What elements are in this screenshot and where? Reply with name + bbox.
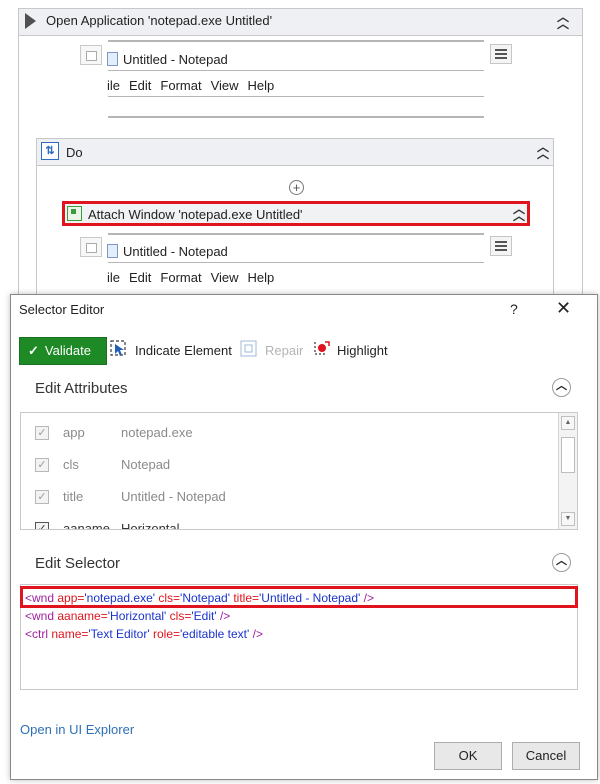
selector-line-3: <ctrl name='Text Editor' role='editable … [25,627,263,641]
highlight-button[interactable]: Highlight [337,343,388,358]
preview-bottom-border [108,116,484,118]
dialog-title: Selector Editor [19,302,105,317]
ok-button[interactable]: OK [434,742,502,770]
highlight-icon[interactable] [313,340,331,358]
preview-top-border [108,233,484,235]
preview-menu-file: ile [107,270,121,285]
attribute-name: cls [63,457,79,472]
do-sequence-header[interactable] [36,138,554,166]
attribute-value: Untitled - Notepad [121,489,226,504]
preview-menu-format: Format [160,78,202,93]
selector-tag: <ctrl [25,627,52,641]
attach-window-title: Attach Window 'notepad.exe Untitled' [88,207,303,222]
scroll-down-arrow-icon[interactable]: ▼ [561,512,575,526]
attach-window-icon [67,206,82,221]
preview-menu-bar: ile Edit Format View Help [107,78,274,93]
notepad-app-icon [107,52,118,66]
preview-menu-help: Help [247,78,275,93]
activity-menu-icon[interactable] [490,236,512,256]
screenshot-preview-icon [80,237,102,257]
help-button[interactable]: ? [510,301,518,317]
selector-line-2: <wnd aaname='Horizontal' cls='Edit' /> [25,609,230,623]
attribute-value: Horizontal [121,521,180,530]
collapse-double-chevron-icon[interactable]: ︿ ︿ [512,203,526,222]
attribute-row: ✓ cls Notepad [35,455,535,477]
attribute-checkbox[interactable]: ✓ [35,522,49,529]
preview-top-border [108,40,484,42]
edit-attributes-heading: Edit Attributes [35,380,128,397]
selector-tag: /> [249,627,263,641]
validate-label: Validate [44,343,91,358]
attribute-checkbox[interactable]: ✓ [35,458,49,472]
attribute-row: ✓ app notepad.exe [35,423,535,445]
notepad-app-icon [107,244,118,258]
preview-title-divider [108,262,484,263]
attribute-value: Notepad [121,457,171,472]
attribute-row: ✓ title Untitled - Notepad [35,487,535,509]
collapse-double-chevron-icon[interactable]: ︿ ︿ [536,141,550,160]
selector-editor-dialog [10,294,598,780]
do-sequence-title: Do [66,145,83,160]
attribute-row: ✓ aaname Horizontal [35,519,535,530]
preview-menu-view: View [210,270,239,285]
selector-attr: cls= [166,609,192,623]
attribute-name: app [63,425,85,440]
preview-menu-bar: ile Edit Format View Help [107,270,274,285]
attribute-name: aaname [63,521,110,530]
sequence-icon: ⇅ [41,142,59,160]
repair-button: Repair [265,343,304,358]
selector-attr: name= [51,627,89,641]
attribute-checkbox[interactable]: ✓ [35,490,49,504]
scroll-thumb[interactable] [561,437,575,473]
open-application-title: Open Application 'notepad.exe Untitled' [46,13,273,28]
preview-menu-edit: Edit [129,270,152,285]
collapse-triangle-icon[interactable] [25,13,36,29]
repair-icon [240,340,257,357]
preview-window-title: Untitled - Notepad [123,244,228,259]
preview-menu-edit: Edit [129,78,152,93]
collapse-selector-icon[interactable]: ︿ [552,553,571,572]
selector-value: 'Edit' [191,609,217,623]
add-activity-icon[interactable]: + [289,180,304,195]
attribute-value: notepad.exe [121,425,193,440]
selector-tag: /> [216,609,231,623]
preview-title-divider [108,70,484,71]
attribute-name: title [63,489,84,504]
selector-value: 'editable text' [180,627,250,641]
indicate-element-button[interactable]: Indicate Element [135,343,232,358]
cancel-button[interactable]: Cancel [512,742,580,770]
collapse-attributes-icon[interactable]: ︿ [552,378,571,397]
checkmark-icon: ✓ [28,343,39,358]
indicate-element-icon[interactable] [110,340,128,358]
scroll-up-arrow-icon[interactable]: ▲ [561,416,575,430]
selector-attr: role= [149,627,181,641]
selector-value: 'Horizontal' [107,609,167,623]
screenshot-preview-icon [80,45,102,65]
preview-menu-file: ile [107,78,121,93]
selector-tag: <wnd [25,609,58,623]
preview-menu-view: View [210,78,239,93]
selector-value: 'Text Editor' [88,627,150,641]
validate-button[interactable]: ✓ Validate [19,337,107,365]
selector-line-highlight [20,586,578,608]
preview-window-title: Untitled - Notepad [123,52,228,67]
preview-menu-format: Format [160,270,202,285]
open-in-ui-explorer-link[interactable]: Open in UI Explorer [20,722,134,737]
selector-attr: aaname= [57,609,108,623]
attributes-list: ✓ app notepad.exe ✓ cls Notepad ✓ title … [20,412,578,530]
preview-menu-help: Help [247,270,275,285]
attribute-checkbox[interactable]: ✓ [35,426,49,440]
edit-selector-heading: Edit Selector [35,555,121,572]
activity-menu-icon[interactable] [490,44,512,64]
attributes-scrollbar[interactable]: ▲ ▼ [558,413,577,529]
close-button[interactable]: ✕ [556,298,571,319]
preview-menu-divider [108,96,484,97]
collapse-double-chevron-icon[interactable]: ︿ ︿ [556,11,570,30]
